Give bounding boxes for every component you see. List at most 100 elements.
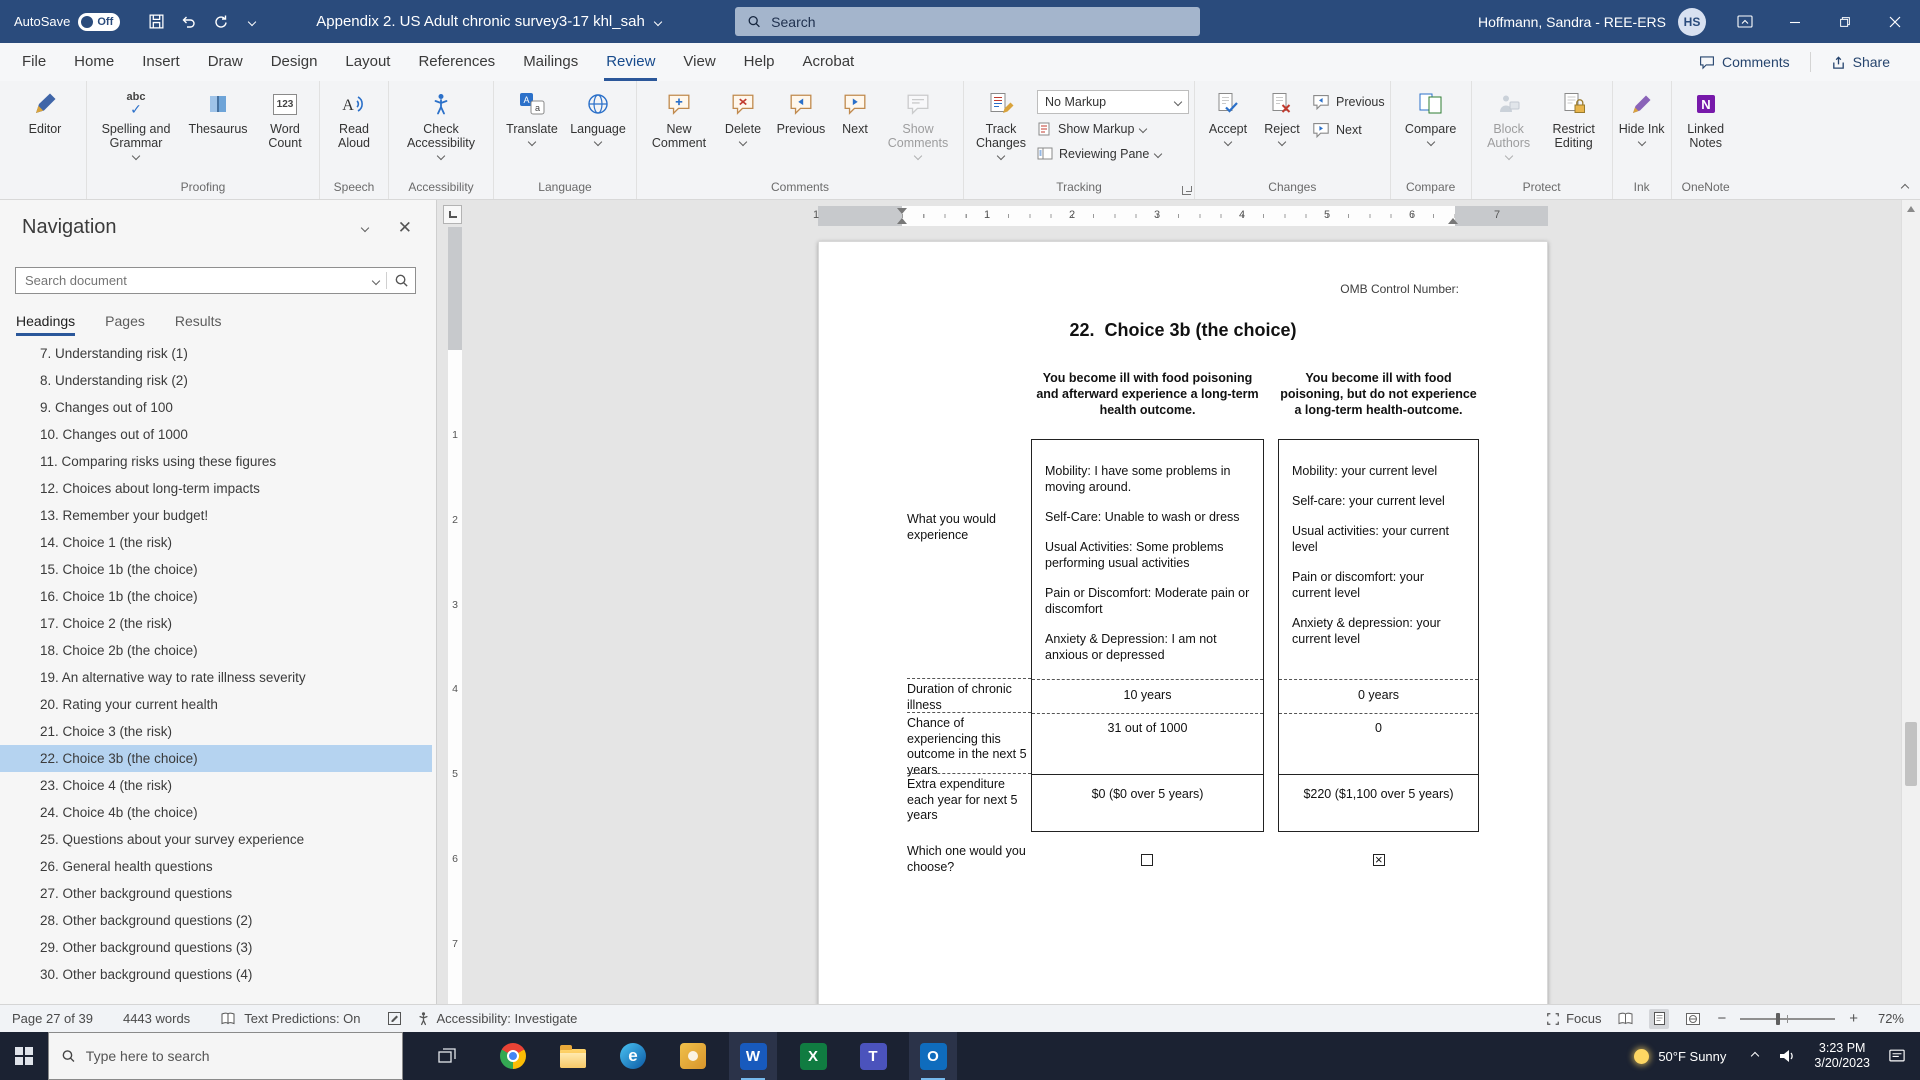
taskbar-search-input[interactable] xyxy=(86,1048,390,1064)
nav-heading-item[interactable]: 25. Questions about your survey experien… xyxy=(0,826,432,853)
word-count-button[interactable]: 123 Word Count xyxy=(256,81,314,177)
nav-heading-item[interactable]: 29. Other background questions (3) xyxy=(0,934,432,961)
zoom-slider[interactable] xyxy=(1740,1018,1835,1020)
task-view-button[interactable] xyxy=(423,1032,471,1080)
nav-heading-item[interactable]: 17. Choice 2 (the risk) xyxy=(0,610,432,637)
comments-button[interactable]: Comments xyxy=(1689,49,1800,75)
nav-heading-item[interactable]: 11. Comparing risks using these figures xyxy=(0,448,432,475)
accessibility-indicator[interactable]: Accessibility: Investigate xyxy=(437,1011,578,1026)
taskbar-clock[interactable]: 3:23 PM 3/20/2023 xyxy=(1814,1041,1870,1071)
display-for-review-dropdown[interactable]: No Markup xyxy=(1037,90,1189,114)
nav-heading-item[interactable]: 27. Other background questions xyxy=(0,880,432,907)
taskbar-search[interactable] xyxy=(48,1032,403,1080)
autosave-toggle[interactable]: AutoSave Off xyxy=(14,13,120,31)
save-button[interactable] xyxy=(140,6,172,38)
scroll-up-icon[interactable] xyxy=(1907,206,1915,212)
search-icon[interactable] xyxy=(394,273,409,288)
nav-heading-item[interactable]: 19. An alternative way to rate illness s… xyxy=(0,664,432,691)
outlook-taskbar-icon[interactable] xyxy=(909,1032,957,1080)
spelling-grammar-button[interactable]: abc✓ Spelling and Grammar xyxy=(92,81,180,177)
show-comments-button[interactable]: Show Comments xyxy=(878,81,958,177)
navigation-search[interactable] xyxy=(15,267,416,294)
nav-heading-item[interactable]: 10. Changes out of 1000 xyxy=(0,421,432,448)
new-comment-button[interactable]: New Comment xyxy=(642,81,716,177)
share-button[interactable]: Share xyxy=(1821,49,1900,75)
menu-tab-mailings[interactable]: Mailings xyxy=(509,43,592,81)
menu-tab-design[interactable]: Design xyxy=(257,43,332,81)
tray-expand-icon[interactable] xyxy=(1751,1052,1759,1060)
navigation-close-icon[interactable]: ✕ xyxy=(398,219,412,236)
tracking-dialog-launcher-icon[interactable] xyxy=(1182,186,1191,195)
nav-tab-results[interactable]: Results xyxy=(175,313,222,336)
accept-button[interactable]: Accept xyxy=(1200,81,1256,177)
quick-access-menu-button[interactable] xyxy=(236,6,268,38)
nav-heading-item[interactable]: 20. Rating your current health xyxy=(0,691,432,718)
proofing-status-icon[interactable] xyxy=(220,1011,236,1026)
zoom-slider-thumb[interactable] xyxy=(1776,1013,1780,1025)
track-changes-button[interactable]: Track Changes xyxy=(969,81,1033,177)
web-layout-button[interactable] xyxy=(1683,1009,1703,1029)
autosave-switch[interactable]: Off xyxy=(78,13,120,31)
show-markup-button[interactable]: Show Markup xyxy=(1037,118,1189,139)
titlebar-search[interactable] xyxy=(735,7,1200,36)
ribbon-display-options-button[interactable] xyxy=(1720,0,1770,43)
nav-heading-item[interactable]: 12. Choices about long-term impacts xyxy=(0,475,432,502)
nav-heading-item[interactable]: 21. Choice 3 (the risk) xyxy=(0,718,432,745)
menu-tab-draw[interactable]: Draw xyxy=(194,43,257,81)
volume-icon[interactable] xyxy=(1778,1048,1796,1064)
left-indent-marker[interactable] xyxy=(897,218,907,224)
zoom-in-button[interactable] xyxy=(1849,1010,1858,1027)
weather-widget[interactable]: 50°F Sunny xyxy=(1634,1049,1726,1064)
translate-button[interactable]: Aa Translate xyxy=(499,81,565,177)
menu-tab-insert[interactable]: Insert xyxy=(128,43,194,81)
next-change-button[interactable]: Next xyxy=(1312,118,1385,142)
nav-heading-item[interactable]: 23. Choice 4 (the risk) xyxy=(0,772,432,799)
previous-change-button[interactable]: Previous xyxy=(1312,90,1385,114)
reject-button[interactable]: Reject xyxy=(1256,81,1308,177)
menu-tab-references[interactable]: References xyxy=(404,43,509,81)
thesaurus-button[interactable]: Thesaurus xyxy=(180,81,256,177)
teams-taskbar-icon[interactable] xyxy=(849,1032,897,1080)
option2-choice-checkbox[interactable] xyxy=(1373,854,1385,866)
nav-heading-item[interactable]: 18. Choice 2b (the choice) xyxy=(0,637,432,664)
menu-tab-view[interactable]: View xyxy=(669,43,729,81)
document-title[interactable]: Appendix 2. US Adult chronic survey3-17 … xyxy=(316,13,661,30)
linked-notes-button[interactable]: N Linked Notes xyxy=(1677,81,1735,177)
nav-heading-item[interactable]: 30. Other background questions (4) xyxy=(0,961,432,988)
navigation-search-input[interactable] xyxy=(25,273,366,288)
action-center-icon[interactable] xyxy=(1888,1048,1906,1064)
collapse-ribbon-button[interactable] xyxy=(1901,184,1909,192)
editing-mode-icon[interactable] xyxy=(387,1011,402,1026)
first-line-indent-marker[interactable] xyxy=(897,208,907,214)
excel-taskbar-icon[interactable] xyxy=(789,1032,837,1080)
nav-tab-headings[interactable]: Headings xyxy=(16,313,75,336)
zoom-percentage[interactable]: 72% xyxy=(1872,1011,1904,1026)
language-button[interactable]: Language xyxy=(565,81,631,177)
nav-heading-item[interactable]: 9. Changes out of 100 xyxy=(0,394,432,421)
navigation-collapse-icon[interactable] xyxy=(361,223,369,231)
nav-heading-item[interactable]: 22. Choice 3b (the choice) xyxy=(0,745,432,772)
zoom-out-button[interactable] xyxy=(1717,1010,1726,1027)
tab-selector-button[interactable] xyxy=(443,205,462,224)
menu-tab-help[interactable]: Help xyxy=(730,43,789,81)
nav-heading-item[interactable]: 26. General health questions xyxy=(0,853,432,880)
print-layout-button[interactable] xyxy=(1649,1009,1669,1029)
user-name[interactable]: Hoffmann, Sandra - REE-ERS xyxy=(1478,14,1666,30)
nav-heading-item[interactable]: 8. Understanding risk (2) xyxy=(0,367,432,394)
nav-heading-item[interactable]: 16. Choice 1b (the choice) xyxy=(0,583,432,610)
delete-comment-button[interactable]: Delete xyxy=(716,81,770,177)
focus-button[interactable]: Focus xyxy=(1546,1011,1601,1026)
menu-tab-layout[interactable]: Layout xyxy=(331,43,404,81)
hide-ink-button[interactable]: Hide Ink xyxy=(1618,81,1666,177)
restore-button[interactable] xyxy=(1820,0,1870,43)
minimize-button[interactable] xyxy=(1770,0,1820,43)
nav-heading-item[interactable]: 7. Understanding risk (1) xyxy=(0,340,432,367)
file-explorer-icon[interactable] xyxy=(549,1032,597,1080)
menu-tab-review[interactable]: Review xyxy=(592,43,669,81)
avatar[interactable]: HS xyxy=(1678,8,1706,36)
chrome-icon[interactable] xyxy=(489,1032,537,1080)
next-comment-button[interactable]: Next xyxy=(832,81,878,177)
read-mode-button[interactable] xyxy=(1615,1009,1635,1029)
titlebar-search-input[interactable] xyxy=(771,14,1188,30)
nav-heading-item[interactable]: 14. Choice 1 (the risk) xyxy=(0,529,432,556)
